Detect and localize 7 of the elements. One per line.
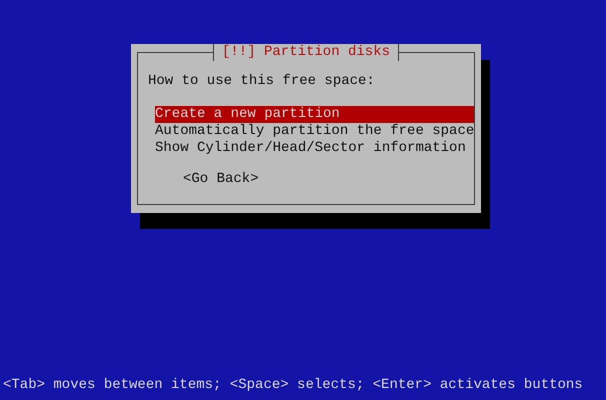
menu-option[interactable]: Show Cylinder/Head/Sector information: [155, 140, 474, 157]
menu-option[interactable]: Automatically partition the free space: [155, 123, 474, 140]
menu-option[interactable]: Create a new partition: [155, 106, 474, 123]
status-hint: <Tab> moves between items; <Space> selects; <Enter> activates buttons: [3, 377, 584, 394]
go-back-button[interactable]: <Go Back>: [183, 171, 259, 188]
prompt-text: How to use this free space:: [148, 73, 376, 90]
dialog-title: [!!] Partition disks: [212, 44, 400, 61]
